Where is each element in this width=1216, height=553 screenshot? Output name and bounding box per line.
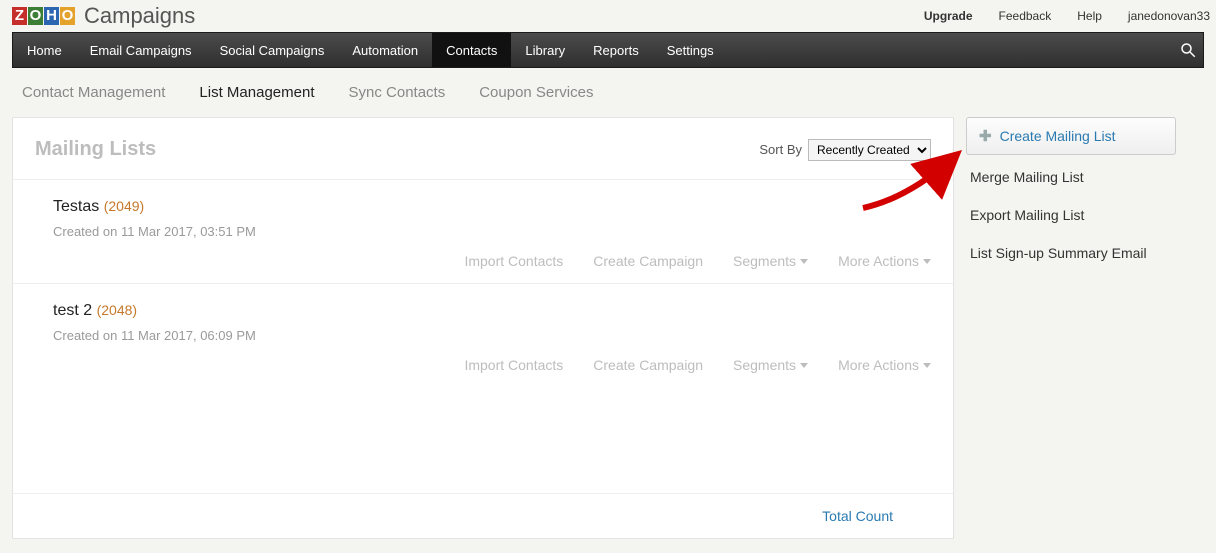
list-created: Created on 11 Mar 2017, 03:51 PM [53,224,931,239]
nav-home[interactable]: Home [13,33,76,67]
subnav-list-management[interactable]: List Management [199,84,314,101]
search-icon[interactable] [1179,33,1197,67]
top-links: Upgrade Feedback Help janedonovan33 [924,9,1210,23]
more-actions-action[interactable]: More Actions [838,357,931,373]
import-contacts-action[interactable]: Import Contacts [464,357,563,373]
nav-automation[interactable]: Automation [338,33,432,67]
create-mailing-list-button[interactable]: ✚ Create Mailing List [966,117,1176,155]
more-actions-action[interactable]: More Actions [838,253,931,269]
subnav-contact-management[interactable]: Contact Management [22,84,165,101]
nav-library[interactable]: Library [511,33,579,67]
brand-text: Campaigns [84,3,195,29]
top-header: ZOHO Campaigns Upgrade Feedback Help jan… [0,0,1216,32]
sort-by-label: Sort By [759,142,802,157]
nav-settings[interactable]: Settings [653,33,728,67]
logo-icon: ZOHO [12,7,76,25]
segments-action[interactable]: Segments [733,253,808,269]
list-item: Testas (2049) Created on 11 Mar 2017, 03… [13,179,953,283]
panel-title: Mailing Lists [35,138,156,161]
list-created: Created on 11 Mar 2017, 06:09 PM [53,328,931,343]
segments-action[interactable]: Segments [733,357,808,373]
sub-nav: Contact Management List Management Sync … [0,68,1216,117]
subnav-sync-contacts[interactable]: Sync Contacts [349,84,446,101]
merge-mailing-list-link[interactable]: Merge Mailing List [966,155,1204,189]
list-title[interactable]: Testas (2049) [53,198,931,216]
nav-reports[interactable]: Reports [579,33,653,67]
chevron-down-icon [800,259,808,264]
subnav-coupon-services[interactable]: Coupon Services [479,84,593,101]
chevron-down-icon [800,363,808,368]
list-count: (2048) [97,302,137,318]
main-layout: Mailing Lists Sort By Recently Created T… [0,117,1216,539]
help-link[interactable]: Help [1077,9,1102,23]
export-mailing-list-link[interactable]: Export Mailing List [966,189,1204,227]
list-count: (2049) [104,198,144,214]
create-campaign-action[interactable]: Create Campaign [593,357,703,373]
panel-header: Mailing Lists Sort By Recently Created [13,118,953,179]
signup-summary-link[interactable]: List Sign-up Summary Email [966,227,1204,265]
sort-by: Sort By Recently Created [759,139,931,161]
import-contacts-action[interactable]: Import Contacts [464,253,563,269]
chevron-down-icon [923,259,931,264]
list-actions: Import Contacts Create Campaign Segments… [53,357,931,373]
right-sidebar: ✚ Create Mailing List Merge Mailing List… [966,117,1204,539]
chevron-down-icon [923,363,931,368]
list-item: test 2 (2048) Created on 11 Mar 2017, 06… [13,283,953,387]
list-actions: Import Contacts Create Campaign Segments… [53,253,931,269]
list-title[interactable]: test 2 (2048) [53,302,931,320]
nav-contacts[interactable]: Contacts [432,33,511,67]
list-name: test 2 [53,302,92,319]
plus-icon: ✚ [979,127,992,145]
feedback-link[interactable]: Feedback [999,9,1052,23]
brand: ZOHO Campaigns [12,3,195,29]
panel-footer: Total Count [13,493,953,538]
nav-social-campaigns[interactable]: Social Campaigns [206,33,339,67]
sort-by-select[interactable]: Recently Created [808,139,931,161]
user-link[interactable]: janedonovan33 [1128,9,1210,23]
main-nav: Home Email Campaigns Social Campaigns Au… [12,32,1204,68]
mailing-lists-panel: Mailing Lists Sort By Recently Created T… [12,117,954,539]
nav-email-campaigns[interactable]: Email Campaigns [76,33,206,67]
upgrade-link[interactable]: Upgrade [924,9,973,23]
total-count-link[interactable]: Total Count [822,508,893,524]
create-mailing-list-label: Create Mailing List [1000,128,1116,144]
create-campaign-action[interactable]: Create Campaign [593,253,703,269]
list-name: Testas [53,198,99,215]
